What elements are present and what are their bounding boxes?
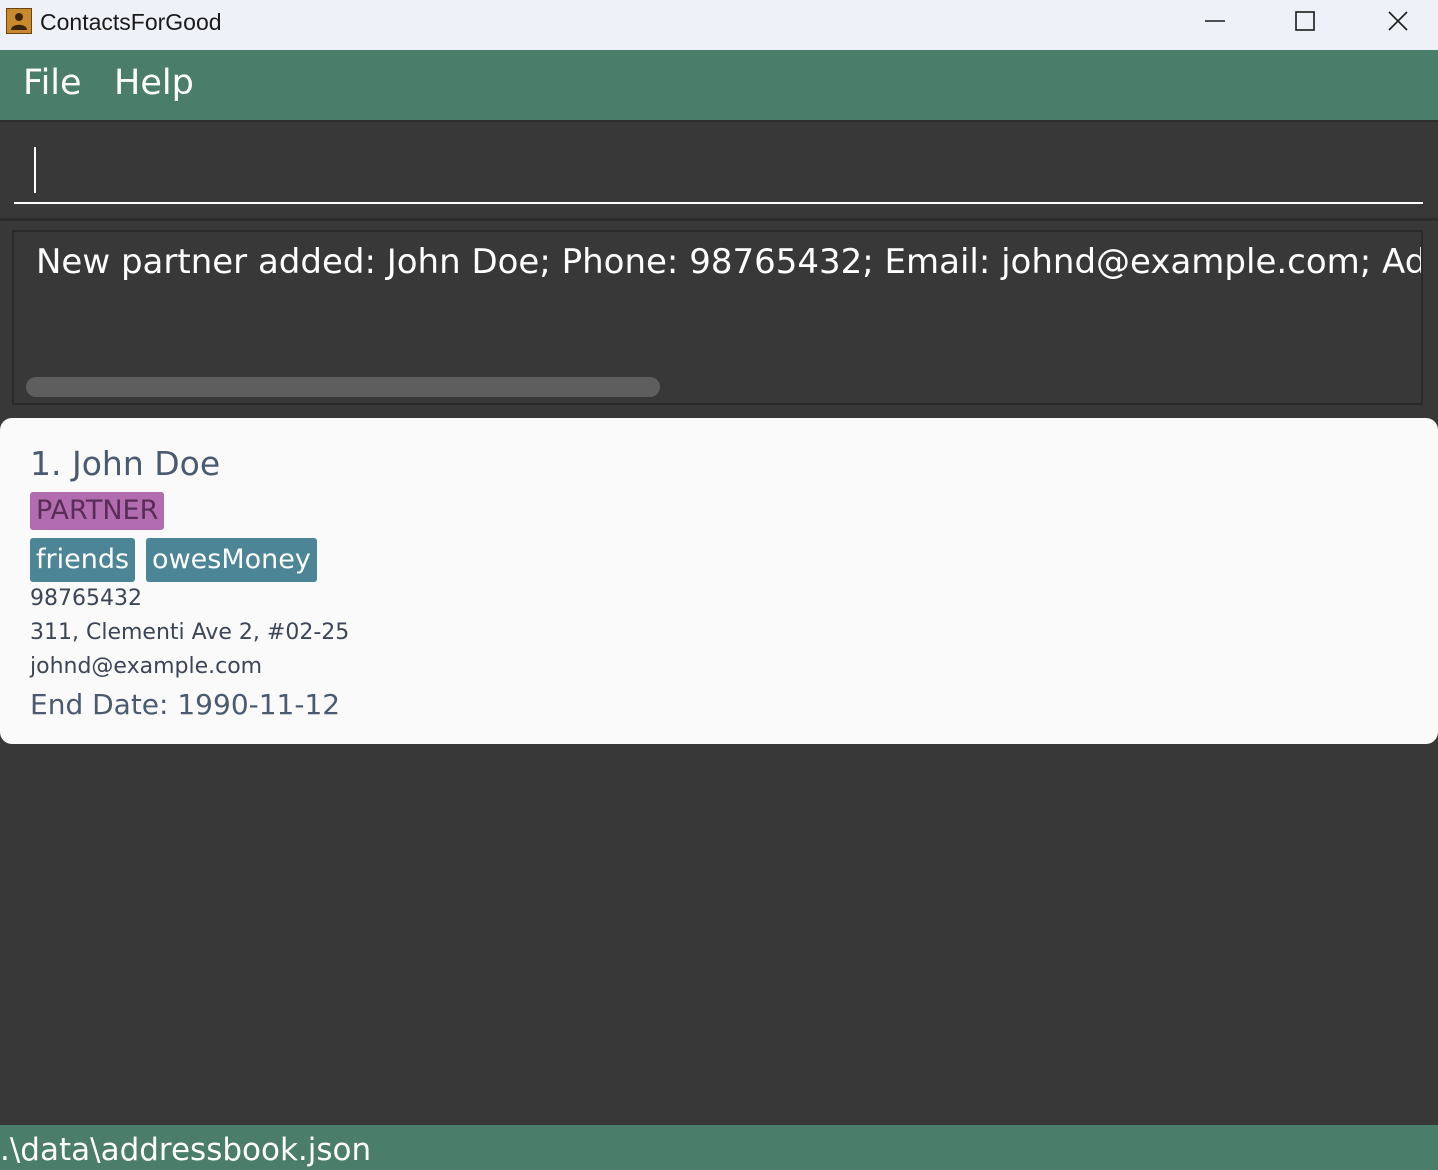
tag: owesMoney	[146, 538, 317, 582]
app-window: ContactsForGood File Help New partner ad…	[0, 0, 1438, 1170]
save-location: .\data\addressbook.json	[0, 1132, 372, 1168]
status-bar: .\data\addressbook.json	[0, 1125, 1438, 1170]
person-address: 311, Clementi Ave 2, #02-25	[30, 620, 350, 645]
result-message: New partner added: John Doe; Phone: 9876…	[36, 242, 1423, 282]
menu-bar: File Help	[0, 50, 1438, 122]
minimize-icon	[1205, 20, 1225, 22]
tag-list: friends owesMoney	[30, 538, 328, 582]
person-list[interactable]: 1. John Doe PARTNER friends owesMoney 987…	[0, 416, 1438, 1124]
person-card[interactable]: 1. John Doe PARTNER friends owesMoney 987…	[0, 418, 1438, 744]
maximize-button[interactable]	[1282, 0, 1328, 44]
minimize-button[interactable]	[1192, 0, 1238, 44]
window-title: ContactsForGood	[40, 9, 222, 35]
contacts-app-icon	[6, 8, 32, 34]
person-phone: 98765432	[30, 586, 142, 611]
close-button[interactable]	[1375, 0, 1421, 44]
command-box	[0, 122, 1438, 221]
role-badge: PARTNER	[30, 492, 165, 530]
menu-file[interactable]: File	[23, 63, 82, 103]
close-icon	[1388, 11, 1408, 31]
command-input[interactable]	[14, 136, 1423, 204]
title-bar: ContactsForGood	[0, 0, 1438, 50]
result-display[interactable]: New partner added: John Doe; Phone: 9876…	[12, 230, 1423, 405]
person-end-date: End Date: 1990-11-12	[30, 688, 341, 721]
menu-help[interactable]: Help	[114, 63, 194, 103]
person-name: 1. John Doe	[30, 444, 221, 483]
maximize-icon	[1295, 11, 1315, 31]
text-cursor	[34, 147, 36, 193]
person-email: johnd@example.com	[30, 654, 263, 679]
horizontal-scrollbar[interactable]	[26, 377, 660, 397]
tag: friends	[30, 538, 136, 582]
